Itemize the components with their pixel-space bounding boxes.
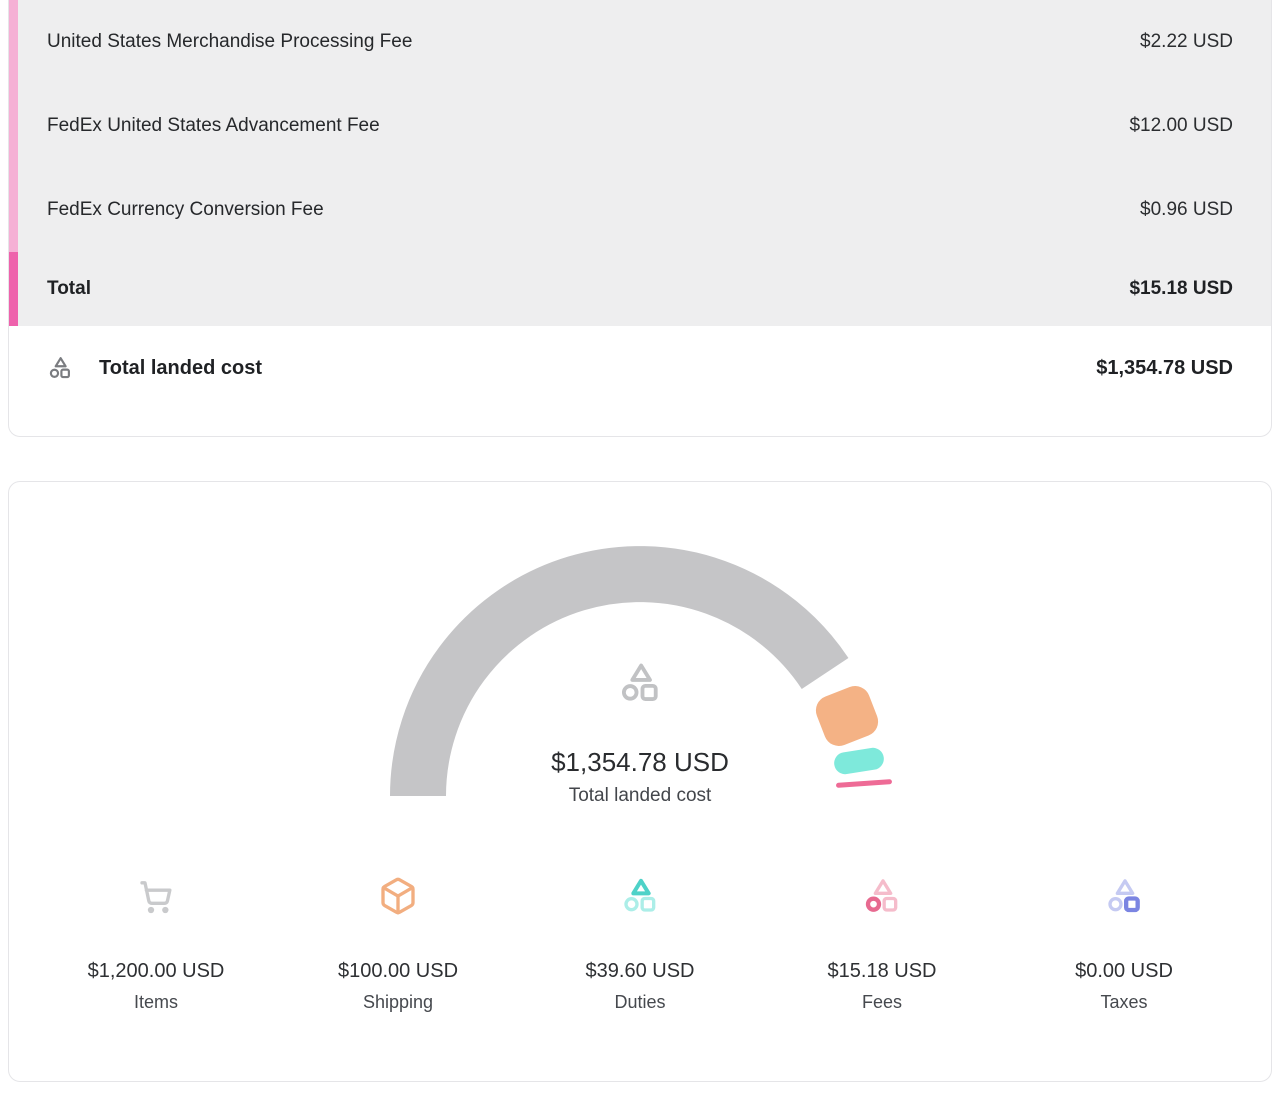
fee-amount: $12.00 USD (1129, 115, 1233, 137)
total-landed-cost-amount: $1,354.78 USD (1096, 357, 1233, 380)
shipping-label: Shipping (277, 992, 519, 1013)
fees-table: United States Merchandise Processing Fee… (9, 0, 1271, 326)
duties-label: Duties (519, 992, 761, 1013)
shapes-icon-taxes (1003, 876, 1245, 916)
fees-indicator-stripe-light (9, 0, 18, 252)
total-landed-cost-row: Total landed cost $1,354.78 USD (9, 338, 1271, 398)
quote-breakdown-card: United States Merchandise Processing Fee… (8, 0, 1272, 437)
shipping-amount: $100.00 USD (277, 960, 519, 983)
package-icon (277, 876, 519, 916)
breakdown-duties: $39.60 USD Duties (519, 876, 761, 1013)
fees-label: Fees (761, 992, 1003, 1013)
gauge-total-amount: $1,354.78 USD (9, 747, 1271, 778)
fees-indicator-stripe-dark (9, 252, 18, 326)
breakdown-taxes: $0.00 USD Taxes (1003, 876, 1245, 1013)
shapes-icon-fees (761, 876, 1003, 916)
fee-label: FedEx United States Advancement Fee (47, 115, 380, 137)
fee-row: United States Merchandise Processing Fee… (9, 0, 1271, 84)
shapes-icon (617, 660, 663, 706)
breakdown-items: $1,200.00 USD Items (35, 876, 277, 1013)
cost-breakdown-row: $1,200.00 USD Items $100.00 USD Shipping (9, 876, 1271, 1081)
breakdown-shipping: $100.00 USD Shipping (277, 876, 519, 1013)
fees-total-row: Total $15.18 USD (9, 252, 1271, 326)
taxes-label: Taxes (1003, 992, 1245, 1013)
fee-label: FedEx Currency Conversion Fee (47, 199, 324, 221)
fee-row: FedEx Currency Conversion Fee $0.96 USD (9, 168, 1271, 252)
taxes-amount: $0.00 USD (1003, 960, 1245, 983)
fee-label: United States Merchandise Processing Fee (47, 31, 412, 53)
fee-amount: $0.96 USD (1140, 199, 1233, 221)
gauge-chart: $1,354.78 USD Total landed cost (9, 482, 1271, 814)
gauge-total-label: Total landed cost (9, 785, 1271, 807)
fee-amount: $2.22 USD (1140, 31, 1233, 53)
fees-total-amount: $15.18 USD (1129, 278, 1233, 300)
duties-amount: $39.60 USD (519, 960, 761, 983)
breakdown-fees: $15.18 USD Fees (761, 876, 1003, 1013)
total-landed-cost-label: Total landed cost (99, 357, 262, 380)
items-amount: $1,200.00 USD (35, 960, 277, 983)
fees-amount: $15.18 USD (761, 960, 1003, 983)
shapes-icon (47, 355, 73, 381)
items-label: Items (35, 992, 277, 1013)
cart-icon (35, 876, 277, 916)
shapes-icon-duties (519, 876, 761, 916)
fee-row: FedEx United States Advancement Fee $12.… (9, 84, 1271, 168)
landed-cost-gauge-card: $1,354.78 USD Total landed cost $1,200.0… (8, 481, 1272, 1082)
gauge-center: $1,354.78 USD Total landed cost (9, 660, 1271, 807)
fees-total-label: Total (47, 278, 91, 300)
